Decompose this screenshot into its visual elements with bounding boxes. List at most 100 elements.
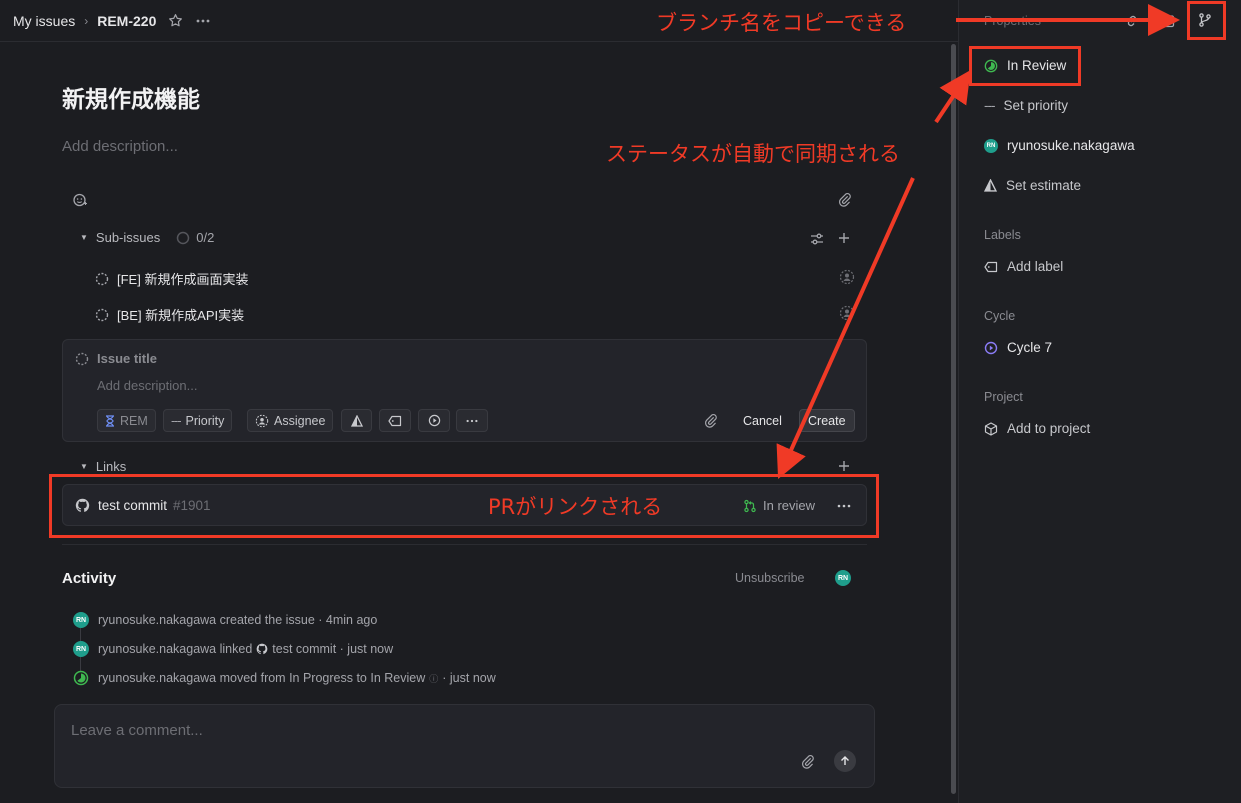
backlog-status-icon[interactable] (75, 352, 89, 371)
tag-icon (984, 261, 998, 272)
cycle-chip[interactable] (418, 409, 450, 432)
add-link-icon[interactable] (837, 459, 851, 473)
more-icon[interactable] (195, 13, 211, 29)
activity-event-text: ryunosuke.nakagawa created the issue · 4… (98, 613, 378, 627)
star-icon[interactable] (168, 13, 183, 28)
tag-icon (388, 415, 402, 426)
issue-description-input[interactable]: Add description... (97, 378, 197, 393)
progress-ring-icon (176, 231, 190, 244)
cycle-value: Cycle 7 (1007, 340, 1053, 355)
backlog-status-icon[interactable] (95, 308, 109, 322)
comment-placeholder: Leave a comment... (71, 722, 203, 739)
labels-header: Labels (984, 228, 1021, 242)
estimate-triangle-icon (984, 179, 997, 192)
subissue-title: [BE] 新規作成API実装 (117, 308, 245, 323)
no-priority-icon: --- (984, 98, 995, 113)
activity-event-text: ryunosuke.nakagawa moved from In Progres… (98, 671, 426, 685)
assignee-chip-label: Assignee (274, 413, 326, 428)
in-review-status-icon (73, 670, 89, 686)
assignee-value: ryunosuke.nakagawa (1007, 138, 1135, 153)
add-project-button[interactable]: Add to project (984, 421, 1090, 436)
attach-icon[interactable] (703, 413, 718, 433)
project-header: Project (984, 390, 1023, 404)
assignee-placeholder-icon[interactable] (839, 305, 855, 321)
more-options-chip[interactable] (456, 409, 488, 432)
cycle-icon (984, 341, 998, 354)
priority-property[interactable]: --- Set priority (984, 98, 1068, 113)
filter-sliders-icon[interactable] (809, 231, 825, 247)
subissues-label: Sub-issues (95, 230, 161, 245)
annotation-branch: ブランチ名をコピーできる (656, 11, 907, 35)
priority-chip-label: Priority (185, 413, 225, 428)
activity-event-time: · just now (442, 671, 496, 685)
annotation-status-sync: ステータスが自動で同期される (606, 142, 900, 166)
activity-event: RN ryunosuke.nakagawa created the issue … (73, 612, 377, 628)
avatar: RN (984, 138, 998, 153)
priority-value: Set priority (1003, 98, 1069, 113)
subissue-item[interactable]: [BE] 新規作成API実装 (95, 305, 244, 324)
subscriber-avatar[interactable]: RN (835, 570, 851, 586)
divider (62, 544, 867, 545)
label-chip[interactable] (379, 409, 411, 432)
chevron-right-icon: › (84, 13, 89, 28)
more-icon (466, 419, 478, 422)
links-label: Links (95, 459, 127, 474)
activity-event-link[interactable]: test commit · just now (272, 642, 393, 656)
attach-icon[interactable] (800, 754, 815, 774)
send-button[interactable] (834, 750, 856, 772)
assignee-placeholder-icon[interactable] (839, 269, 855, 285)
team-chip[interactable]: REM (97, 409, 156, 432)
estimate-property[interactable]: Set estimate (984, 178, 1081, 193)
assignee-icon (255, 414, 269, 427)
add-reaction-icon[interactable] (72, 192, 88, 208)
estimate-chip[interactable] (341, 409, 372, 432)
add-subissue-icon[interactable] (837, 231, 851, 245)
breadcrumb-my-issues[interactable]: My issues (13, 13, 75, 29)
scrollbar[interactable] (951, 44, 956, 794)
activity-event: RN ryunosuke.nakagawa linked test commit… (73, 641, 393, 657)
new-subissue-form: Issue title Add description... REM --- P… (62, 339, 867, 442)
hourglass-icon (106, 414, 114, 427)
add-label-button[interactable]: Add label (984, 259, 1063, 274)
attach-icon[interactable] (837, 192, 852, 207)
collapse-triangle-icon[interactable]: ▼ (80, 462, 88, 471)
create-button[interactable]: Create (799, 409, 855, 432)
activity-title: Activity (62, 570, 117, 587)
subissue-item[interactable]: [FE] 新規作成画面実装 (95, 269, 248, 288)
comment-input[interactable]: Leave a comment... (54, 704, 875, 788)
links-header[interactable]: ▼ Links (80, 459, 126, 474)
priority-chip[interactable]: --- Priority (163, 409, 233, 432)
annotation-box-status (969, 46, 1081, 86)
breadcrumb-issue-id[interactable]: REM-220 (97, 13, 156, 29)
no-priority-icon: --- (171, 413, 181, 428)
annotation-box-branch (1187, 1, 1226, 40)
add-label-text: Add label (1007, 259, 1064, 274)
main-panel: My issues › REM-220 新規作成機能 Add descripti… (0, 0, 958, 803)
properties-header: Properties (984, 14, 1041, 28)
arrow-up-icon (841, 756, 849, 765)
team-chip-label: REM (120, 413, 148, 428)
collapse-triangle-icon[interactable]: ▼ (80, 233, 88, 242)
subissues-progress: 0/2 (176, 230, 214, 245)
estimate-value: Set estimate (1006, 178, 1082, 193)
issue-title-input[interactable]: Issue title (97, 351, 157, 366)
cycle-property[interactable]: Cycle 7 (984, 340, 1052, 355)
github-icon (256, 643, 268, 655)
assignee-chip[interactable]: Assignee (247, 409, 334, 432)
cycle-header: Cycle (984, 309, 1016, 323)
estimate-triangle-icon (350, 414, 363, 427)
avatar: RN (73, 641, 89, 657)
issue-title[interactable]: 新規作成機能 (62, 80, 200, 114)
cancel-button[interactable]: Cancel (735, 409, 790, 432)
subissues-header[interactable]: ▼ Sub-issues 0/2 (80, 230, 214, 245)
assignee-property[interactable]: RN ryunosuke.nakagawa (984, 138, 1135, 153)
cycle-icon (428, 414, 440, 427)
activity-event-text: ryunosuke.nakagawa linked (98, 642, 253, 656)
backlog-status-icon[interactable] (95, 272, 109, 286)
issue-description[interactable]: Add description... (62, 138, 178, 155)
avatar: RN (73, 612, 89, 628)
info-icon[interactable]: ⓘ (429, 672, 438, 685)
link-icon[interactable] (1124, 13, 1140, 34)
copy-id-icon[interactable] (1161, 13, 1177, 34)
unsubscribe-button[interactable]: Unsubscribe (735, 571, 804, 585)
